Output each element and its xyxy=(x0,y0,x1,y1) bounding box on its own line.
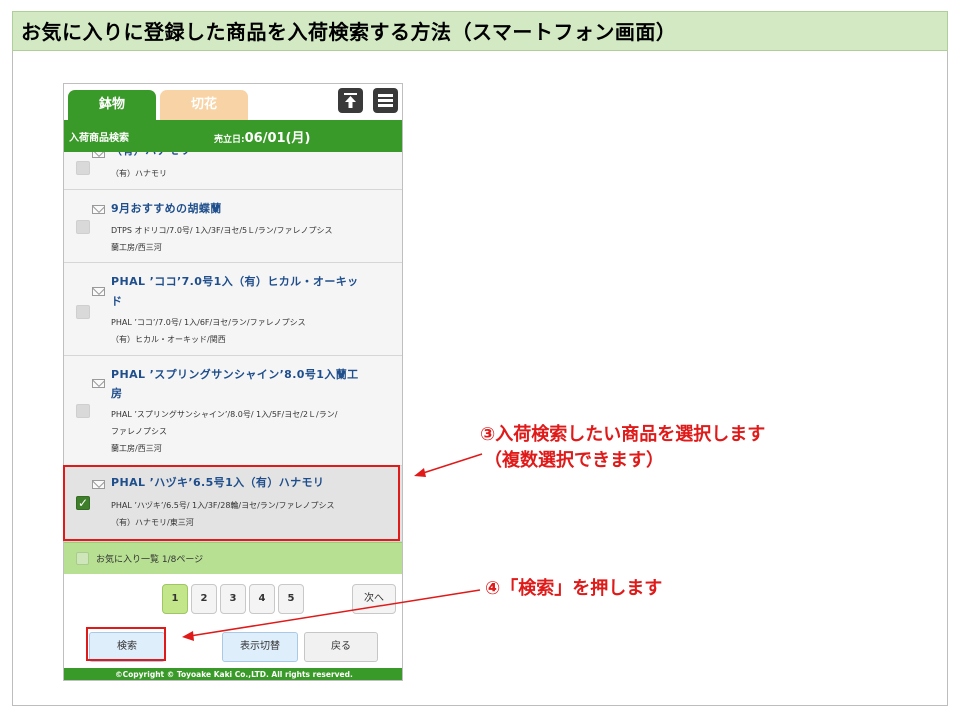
callout-select-items: ③入荷検索したい商品を選択します （複数選択できます） xyxy=(480,422,765,474)
callout-select-line2: （複数選択できます） xyxy=(484,450,664,471)
callout-select-line1: ③入荷検索したい商品を選択します xyxy=(480,424,766,445)
arrow-to-search-button xyxy=(189,589,481,637)
callout-arrows xyxy=(182,453,483,641)
arrowhead-selected-item xyxy=(414,468,426,477)
callout-press-search: ④「検索」を押します xyxy=(485,578,663,599)
arrow-to-selected-item xyxy=(419,453,483,475)
arrowhead-search-button xyxy=(182,631,194,641)
